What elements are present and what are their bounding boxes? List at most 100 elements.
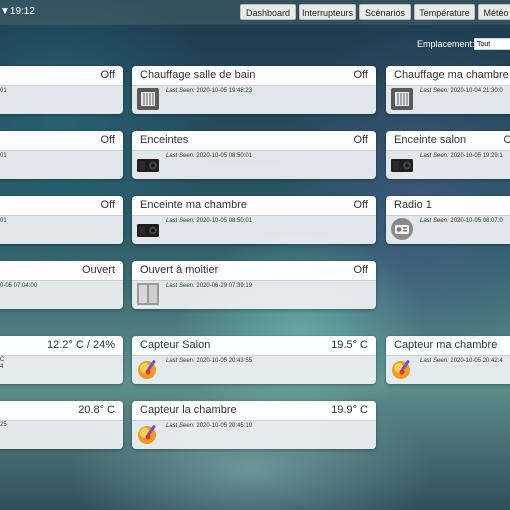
device-card[interactable]: 12.2° C / 24% C4 — [0, 336, 123, 384]
card-header: Capteur la chambre 19.9° C — [132, 401, 376, 421]
device-card[interactable]: Enceinte salon Off Last Seen: 2020-10-05… — [386, 131, 510, 179]
radiator-icon[interactable] — [137, 88, 159, 110]
device-card[interactable]: Off 01 — [0, 131, 123, 179]
card-extra-line: 4 — [0, 364, 4, 370]
card-header: Chauffage ma chambre — [386, 66, 510, 86]
device-state[interactable]: 19.9° C — [331, 404, 368, 416]
last-seen-value: 01 — [0, 153, 7, 159]
device-card[interactable]: Radio 1 Last Seen: 2020-10-05 08:07:0 — [386, 196, 510, 244]
last-seen-label: Last Seen: — [420, 218, 449, 224]
card-header: Off — [0, 66, 123, 86]
card-header: Radio 1 — [386, 196, 510, 216]
tab-scenarios[interactable]: Scénarios — [359, 4, 411, 20]
device-name: Enceinte salon — [394, 134, 467, 146]
location-label: Emplacement: — [417, 39, 475, 49]
last-seen-value: 2020-10-04 21:30:0 — [450, 88, 503, 94]
last-seen: Last Seen: 2020-10-05 08:07:0 — [420, 218, 503, 224]
card-header: Enceinte salon Off — [386, 131, 510, 151]
device-state[interactable]: Off — [354, 199, 368, 211]
thermometer-icon[interactable] — [137, 423, 159, 445]
last-seen-value: 2020-06-29 07:39:19 — [196, 283, 253, 289]
last-seen-label: Last Seen: — [166, 283, 195, 289]
device-name: Capteur ma chambre — [394, 339, 498, 351]
last-seen-value: 2020-10-05 19:29:1 — [450, 153, 503, 159]
device-state[interactable]: Off — [504, 134, 510, 146]
device-state[interactable]: Off — [101, 199, 115, 211]
last-seen: Last Seen: 2020-10-05 08:50:01 — [166, 218, 252, 224]
speaker-icon[interactable] — [137, 153, 159, 175]
last-seen-value: 2020-10-05 20:45:10 — [196, 423, 253, 429]
device-name: Radio 1 — [394, 199, 432, 211]
device-name: Ouvert à moitier — [140, 264, 219, 276]
device-card[interactable]: 20.8° C 25 — [0, 401, 123, 449]
card-header: 20.8° C — [0, 401, 123, 421]
device-name: Capteur la chambre — [140, 404, 237, 416]
device-card[interactable]: Enceinte ma chambre Off Last Seen: 2020-… — [132, 196, 376, 244]
device-card[interactable]: Chauffage salle de bain Off Last Seen: 2… — [132, 66, 376, 114]
device-card[interactable]: Enceintes Off Last Seen: 2020-10-05 08:5… — [132, 131, 376, 179]
radio-icon[interactable] — [391, 218, 413, 240]
last-seen-value: 2020-10-05 20:42:4 — [450, 358, 503, 364]
last-seen: Last Seen: 2020-10-05 08:50:01 — [166, 153, 252, 159]
card-header: 12.2° C / 24% — [0, 336, 123, 356]
device-card[interactable]: Ouvert à moitier Off Last Seen: 2020-06-… — [132, 261, 376, 309]
device-state[interactable]: Off — [354, 69, 368, 81]
top-bar: ▼19:12 Dashboard Interrupteurs Scénarios… — [0, 0, 510, 25]
radiator-icon[interactable] — [391, 88, 413, 110]
last-seen-label: Last Seen: — [420, 358, 449, 364]
thermometer-icon[interactable] — [137, 358, 159, 380]
location-select[interactable]: Tout — [474, 38, 510, 50]
device-card[interactable]: Off 01 — [0, 66, 123, 114]
device-state[interactable]: 20.8° C — [78, 404, 115, 416]
tab-interrupteurs[interactable]: Interrupteurs — [299, 4, 356, 20]
device-state[interactable]: Off — [101, 69, 115, 81]
device-name: Enceintes — [140, 134, 189, 146]
card-header: Capteur ma chambre — [386, 336, 510, 356]
device-card[interactable]: Chauffage ma chambre Last Seen: 2020-10-… — [386, 66, 510, 114]
door-icon[interactable] — [137, 283, 159, 305]
speaker-icon[interactable] — [391, 153, 413, 175]
device-card[interactable]: Capteur Salon 19.5° C Last Seen: 2020-10… — [132, 336, 376, 384]
last-seen: Last Seen: 2020-06-29 07:39:19 — [166, 283, 252, 289]
last-seen-value: 2020-10-05 08:50:01 — [196, 153, 253, 159]
device-state[interactable]: Ouvert — [82, 264, 115, 276]
thermometer-icon[interactable] — [391, 358, 413, 380]
card-extra-line: 25 — [0, 422, 7, 428]
card-extra: 25 — [0, 422, 7, 429]
last-seen: Last Seen: 2020-10-05 20:45:10 — [166, 423, 252, 429]
last-seen: Last Seen: 2020-10-04 21:30:0 — [420, 88, 503, 94]
last-seen-value: 2020-10-05 19:48:23 — [196, 88, 253, 94]
last-seen-label: Last Seen: — [166, 358, 195, 364]
card-header: Enceintes Off — [132, 131, 376, 151]
card-header: Ouvert à moitier Off — [132, 261, 376, 281]
device-card[interactable]: Capteur ma chambre Last Seen: 2020-10-05… — [386, 336, 510, 384]
device-card[interactable]: Ouvert 0-05 07:04:00 — [0, 261, 123, 309]
device-state[interactable]: 19.5° C — [331, 339, 368, 351]
last-seen-value: 01 — [0, 88, 7, 94]
device-name: Capteur Salon — [140, 339, 211, 351]
last-seen-label: Last Seen: — [166, 88, 195, 94]
card-header: Off — [0, 131, 123, 151]
last-seen: 0-05 07:04:00 — [0, 283, 37, 289]
last-seen-label: Last Seen: — [166, 218, 195, 224]
device-name: Chauffage ma chambre — [394, 69, 509, 81]
speaker-icon[interactable] — [137, 218, 159, 240]
device-card[interactable]: Capteur la chambre 19.9° C Last Seen: 20… — [132, 401, 376, 449]
last-seen: Last Seen: 2020-10-05 20:43:55 — [166, 358, 252, 364]
card-header: Enceinte ma chambre Off — [132, 196, 376, 216]
card-header: Ouvert — [0, 261, 123, 281]
tab-meteo[interactable]: Météo — [478, 4, 510, 20]
device-state[interactable]: 12.2° C / 24% — [47, 339, 115, 351]
card-header: Off — [0, 196, 123, 216]
last-seen: Last Seen: 2020-10-05 19:29:1 — [420, 153, 503, 159]
device-card[interactable]: Off 01 — [0, 196, 123, 244]
last-seen-label: Last Seen: — [166, 153, 195, 159]
last-seen-value: 01 — [0, 218, 7, 224]
device-state[interactable]: Off — [354, 134, 368, 146]
device-state[interactable]: Off — [101, 134, 115, 146]
tab-temperature[interactable]: Température — [414, 4, 475, 20]
last-seen-value: 2020-10-05 08:07:0 — [450, 218, 503, 224]
device-name: Enceinte ma chambre — [140, 199, 247, 211]
tab-dashboard[interactable]: Dashboard — [240, 4, 296, 20]
device-state[interactable]: Off — [354, 264, 368, 276]
